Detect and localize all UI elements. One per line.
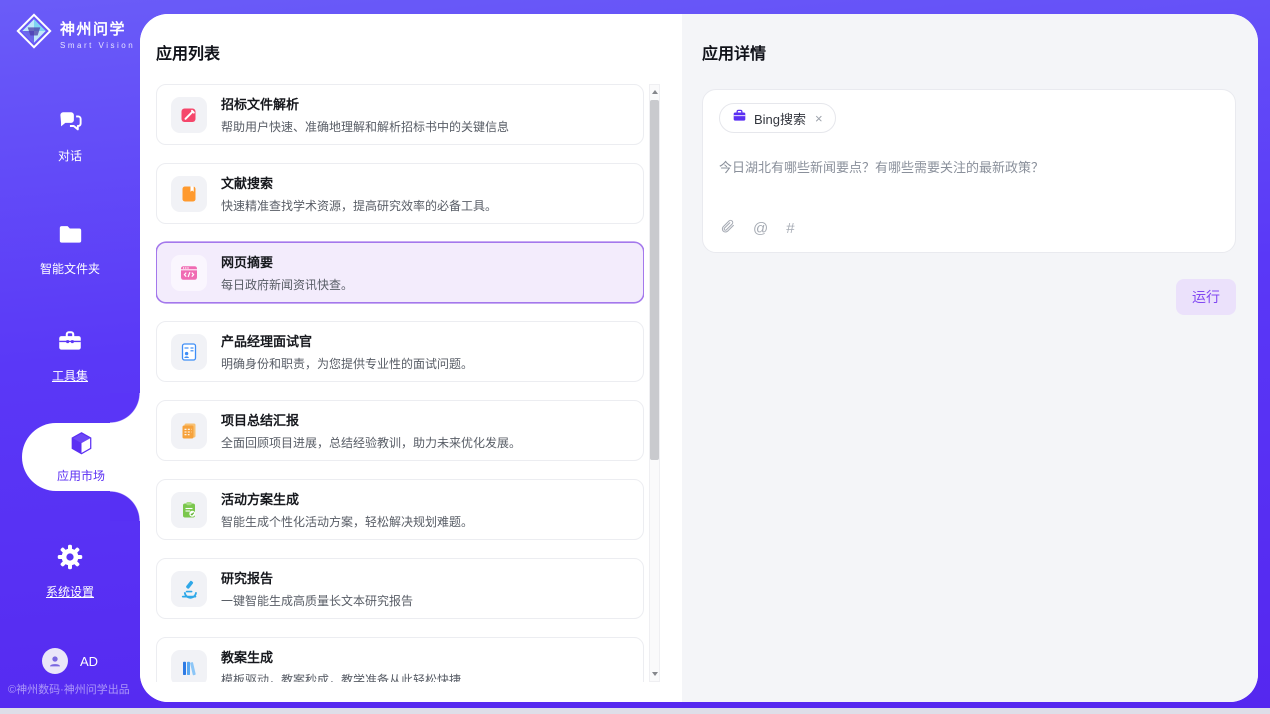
app-title: 活动方案生成 bbox=[221, 489, 473, 508]
content-area: 应用列表 招标文件解析 帮助用户快速、准确地理解和解析招标书中的关键信息 bbox=[140, 14, 1258, 702]
list-item-web-summary[interactable]: 网页摘要 每日政府新闻资讯快查。 bbox=[156, 242, 644, 303]
list-item-event-plan[interactable]: 活动方案生成 智能生成个性化活动方案，轻松解决规划难题。 bbox=[156, 479, 644, 540]
app-desc: 一键智能生成高质量长文本研究报告 bbox=[221, 592, 413, 609]
app-detail-title: 应用详情 bbox=[702, 40, 1236, 64]
list-scrollbar[interactable] bbox=[649, 84, 660, 682]
app-desc: 快速精准查找学术资源，提高研究效率的必备工具。 bbox=[221, 197, 497, 214]
sidebar-item-toolbox[interactable]: 工具集 bbox=[0, 327, 140, 384]
app-desc: 明确身份和职责，为您提供专业性的面试问题。 bbox=[221, 355, 473, 372]
sidebar-item-label: 工具集 bbox=[52, 367, 88, 384]
folder-icon bbox=[57, 221, 84, 253]
app-list-panel: 应用列表 招标文件解析 帮助用户快速、准确地理解和解析招标书中的关键信息 bbox=[140, 14, 682, 702]
briefcase-icon bbox=[732, 108, 747, 128]
list-item-tender-parse[interactable]: 招标文件解析 帮助用户快速、准确地理解和解析招标书中的关键信息 bbox=[156, 84, 644, 145]
brand-logo: 神州问学 Smart Vision bbox=[16, 13, 135, 54]
sidebar-item-chat[interactable]: 对话 bbox=[0, 108, 140, 164]
tool-tag-bing-search[interactable]: Bing搜索 × bbox=[719, 103, 836, 133]
list-item-pm-interview[interactable]: 产品经理面试官 明确身份和职责，为您提供专业性的面试问题。 bbox=[156, 321, 644, 382]
run-button[interactable]: 运行 bbox=[1176, 279, 1236, 315]
brand-name: 神州问学 bbox=[60, 18, 135, 39]
sidebar-item-settings[interactable]: 系统设置 bbox=[0, 543, 140, 600]
app-title: 项目总结汇报 bbox=[221, 410, 521, 429]
list-item-research-report[interactable]: 研究报告 一键智能生成高质量长文本研究报告 bbox=[156, 558, 644, 619]
app-desc: 全面回顾项目进展，总结经验教训，助力未来优化发展。 bbox=[221, 434, 521, 451]
composer-toolbar: @ # bbox=[720, 218, 795, 239]
sidebar-item-label: 智能文件夹 bbox=[40, 260, 100, 277]
sidebar-item-label: 应用市场 bbox=[57, 467, 105, 484]
chat-icon bbox=[57, 108, 84, 140]
app-title: 招标文件解析 bbox=[221, 94, 509, 113]
brand-diamond-icon bbox=[16, 13, 52, 54]
scroll-down-icon[interactable] bbox=[650, 668, 659, 680]
user-account[interactable]: AD bbox=[42, 648, 98, 674]
app-title: 文献搜索 bbox=[221, 173, 497, 192]
tag-close-icon[interactable]: × bbox=[815, 112, 823, 125]
app-desc: 每日政府新闻资讯快查。 bbox=[221, 276, 353, 293]
research-report-icon bbox=[171, 571, 207, 607]
tender-parse-icon bbox=[171, 97, 207, 133]
app-desc: 模板驱动，教案秒成，教学准备从此轻松快捷 bbox=[221, 671, 461, 682]
web-summary-icon bbox=[171, 255, 207, 291]
event-plan-icon bbox=[171, 492, 207, 528]
toolbox-icon bbox=[56, 327, 84, 360]
app-title: 网页摘要 bbox=[221, 252, 353, 271]
app-desc: 智能生成个性化活动方案，轻松解决规划难题。 bbox=[221, 513, 473, 530]
app-title: 教案生成 bbox=[221, 647, 461, 666]
attachment-icon[interactable] bbox=[720, 218, 735, 239]
pm-interview-icon bbox=[171, 334, 207, 370]
lesson-plan-icon bbox=[171, 650, 207, 683]
pill-curve-bottom bbox=[110, 491, 140, 521]
sidebar-item-smart-folder[interactable]: 智能文件夹 bbox=[0, 221, 140, 277]
sidebar-item-label: 对话 bbox=[58, 147, 82, 164]
list-item-project-summary[interactable]: 项目总结汇报 全面回顾项目进展，总结经验教训，助力未来优化发展。 bbox=[156, 400, 644, 461]
literature-search-icon bbox=[171, 176, 207, 212]
avatar bbox=[42, 648, 68, 674]
list-item-literature-search[interactable]: 文献搜索 快速精准查找学术资源，提高研究效率的必备工具。 bbox=[156, 163, 644, 224]
app-detail-panel: 应用详情 Bing搜索 × 今日湖北有哪些新闻要点？有哪些需要关注的最新政策？ bbox=[682, 14, 1258, 702]
scroll-up-icon[interactable] bbox=[650, 86, 659, 98]
scrollbar-thumb[interactable] bbox=[650, 100, 659, 460]
query-text[interactable]: 今日湖北有哪些新闻要点？有哪些需要关注的最新政策？ bbox=[719, 157, 1219, 176]
copyright-footer: ©神州数码·神州问学出品 bbox=[8, 681, 130, 697]
app-list: 招标文件解析 帮助用户快速、准确地理解和解析招标书中的关键信息 文献搜索 快速精… bbox=[156, 84, 644, 682]
gear-icon bbox=[56, 543, 84, 576]
app-title: 研究报告 bbox=[221, 568, 413, 587]
app-desc: 帮助用户快速、准确地理解和解析招标书中的关键信息 bbox=[221, 118, 509, 135]
cube-icon bbox=[68, 430, 95, 462]
list-item-lesson-plan[interactable]: 教案生成 模板驱动，教案秒成，教学准备从此轻松快捷 bbox=[156, 637, 644, 682]
app-list-title: 应用列表 bbox=[156, 40, 682, 64]
app-title: 产品经理面试官 bbox=[221, 331, 473, 350]
tool-tag-label: Bing搜索 bbox=[754, 109, 806, 128]
detail-actions: 运行 bbox=[702, 279, 1236, 315]
user-initials: AD bbox=[80, 654, 98, 669]
project-summary-icon bbox=[171, 413, 207, 449]
sidebar-item-app-market[interactable]: 应用市场 bbox=[22, 423, 140, 491]
hash-icon[interactable]: # bbox=[786, 220, 794, 237]
prompt-card[interactable]: Bing搜索 × 今日湖北有哪些新闻要点？有哪些需要关注的最新政策？ @ # bbox=[702, 89, 1236, 253]
sidebar-item-label: 系统设置 bbox=[46, 583, 94, 600]
brand-subtitle: Smart Vision bbox=[60, 41, 135, 50]
pill-curve-top bbox=[110, 393, 140, 423]
mention-icon[interactable]: @ bbox=[753, 220, 768, 237]
